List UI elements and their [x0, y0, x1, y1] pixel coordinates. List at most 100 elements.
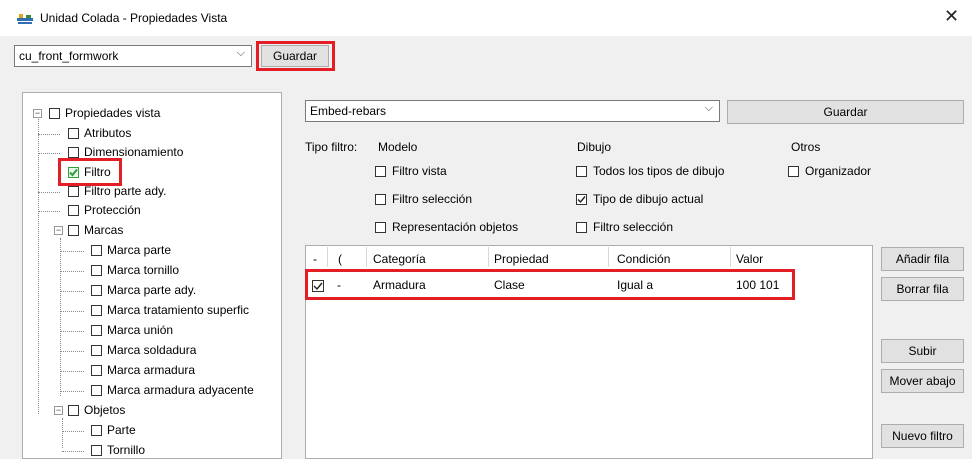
- filter-type-label: Tipo filtro:: [305, 140, 358, 154]
- view-settings-value: cu_front_formwork: [19, 49, 119, 63]
- representacion-label[interactable]: Representación objetos: [392, 220, 518, 234]
- tree-line: [60, 251, 84, 252]
- checkbox[interactable]: [91, 345, 102, 356]
- dibujo-seleccion-label[interactable]: Filtro selección: [593, 220, 673, 234]
- filter-name-value: Embed-rebars: [310, 104, 387, 118]
- checkbox[interactable]: [91, 425, 102, 436]
- tree-line: [60, 291, 84, 292]
- column-separator: [730, 247, 731, 267]
- tree-line: [60, 371, 84, 372]
- move-down-button[interactable]: Mover abajo: [881, 369, 964, 393]
- column-header-op[interactable]: -: [313, 252, 317, 266]
- checkbox[interactable]: [68, 128, 79, 139]
- filter-save-button[interactable]: Guardar: [727, 100, 964, 124]
- filtro-vista-label[interactable]: Filtro vista: [392, 164, 447, 178]
- tree-item-label[interactable]: Tornillo: [107, 443, 145, 457]
- checkbox-filtro-vista[interactable]: [375, 166, 386, 177]
- checkbox[interactable]: [68, 205, 79, 216]
- check-icon: [577, 196, 586, 204]
- title-bar: Unidad Colada - Propiedades Vista ✕: [0, 0, 972, 36]
- new-filter-button[interactable]: Nuevo filtro: [881, 424, 964, 448]
- collapse-icon[interactable]: −: [54, 226, 63, 235]
- checkbox-representacion[interactable]: [375, 222, 386, 233]
- close-icon[interactable]: ✕: [944, 6, 959, 26]
- collapse-icon[interactable]: −: [54, 406, 63, 415]
- tree-line: [38, 211, 60, 212]
- chevron-down-icon[interactable]: ⌵: [237, 47, 245, 60]
- checkbox[interactable]: [68, 147, 79, 158]
- tree-item-label[interactable]: Objetos: [84, 403, 125, 417]
- tree-item-label[interactable]: Marca parte ady.: [107, 283, 196, 297]
- tree-item-label[interactable]: Marcas: [84, 223, 123, 237]
- add-row-button[interactable]: Añadir fila: [881, 247, 964, 271]
- tree-root-label[interactable]: Propiedades vista: [65, 106, 160, 120]
- filtro-seleccion-label[interactable]: Filtro selección: [392, 192, 472, 206]
- filter-combobox[interactable]: Embed-rebars ⌵: [305, 100, 720, 122]
- tree-line: [60, 238, 61, 396]
- tipo-actual-label[interactable]: Tipo de dibujo actual: [593, 192, 703, 206]
- checkbox[interactable]: [91, 305, 102, 316]
- checkbox[interactable]: [91, 325, 102, 336]
- checkbox-dibujo-seleccion[interactable]: [576, 222, 587, 233]
- tree-item-label[interactable]: Marca tratamiento superfic: [107, 303, 249, 317]
- checkbox[interactable]: [91, 445, 102, 456]
- move-up-button[interactable]: Subir: [881, 339, 964, 363]
- column-separator: [488, 247, 489, 267]
- checkbox[interactable]: [91, 265, 102, 276]
- tree-item-label[interactable]: Marca unión: [107, 323, 173, 337]
- column-header-condicion[interactable]: Condición: [617, 252, 670, 266]
- highlight-box: [58, 158, 122, 186]
- tree-line: [62, 431, 84, 432]
- tree-line: [60, 331, 84, 332]
- column-header-categoria[interactable]: Categoría: [373, 252, 426, 266]
- checkbox-organizador[interactable]: [788, 166, 799, 177]
- checkbox[interactable]: [49, 108, 60, 119]
- tree-line: [60, 391, 84, 392]
- checkbox-filtro-seleccion[interactable]: [375, 194, 386, 205]
- window-title: Unidad Colada - Propiedades Vista: [40, 11, 228, 25]
- column-separator: [608, 247, 609, 267]
- checkbox-todos-tipos[interactable]: [576, 166, 587, 177]
- tree-item-label[interactable]: Marca armadura: [107, 363, 195, 377]
- tree-item-label[interactable]: Dimensionamiento: [84, 145, 183, 159]
- tree-item-label[interactable]: Marca soldadura: [107, 343, 196, 357]
- collapse-icon[interactable]: −: [33, 109, 42, 118]
- tree-line: [60, 351, 84, 352]
- checkbox[interactable]: [68, 225, 79, 236]
- column-separator: [327, 247, 328, 267]
- view-settings-combobox[interactable]: cu_front_formwork ⌵: [14, 45, 252, 67]
- checkbox[interactable]: [91, 285, 102, 296]
- todos-tipos-label[interactable]: Todos los tipos de dibujo: [593, 164, 724, 178]
- highlight-box: [305, 269, 795, 300]
- tree-line: [62, 418, 63, 448]
- tree-item-label[interactable]: Parte: [107, 423, 136, 437]
- group-dibujo-label: Dibujo: [577, 140, 612, 154]
- checkbox[interactable]: [68, 186, 79, 197]
- tree-item-label[interactable]: Marca parte: [107, 243, 171, 257]
- group-modelo-label: Modelo: [378, 140, 418, 154]
- column-header-paren[interactable]: (: [338, 252, 342, 266]
- tree-line: [38, 192, 60, 193]
- tree-item-label[interactable]: Marca armadura adyacente: [107, 383, 254, 397]
- checkbox[interactable]: [91, 385, 102, 396]
- group-otros-label: Otros: [791, 140, 821, 154]
- tree-line: [38, 134, 60, 135]
- checkbox-tipo-actual[interactable]: [576, 194, 587, 205]
- delete-row-button[interactable]: Borrar fila: [881, 277, 964, 301]
- tree-line: [62, 451, 84, 452]
- highlight-box: [256, 41, 335, 71]
- tree-item-label[interactable]: Filtro parte ady.: [84, 184, 166, 198]
- column-header-propiedad[interactable]: Propiedad: [494, 252, 549, 266]
- checkbox[interactable]: [91, 365, 102, 376]
- tree-line: [60, 271, 84, 272]
- tree-item-label[interactable]: Atributos: [84, 126, 131, 140]
- organizador-label[interactable]: Organizador: [805, 164, 871, 178]
- app-icon: [17, 14, 33, 24]
- tree-item-label[interactable]: Marca tornillo: [107, 263, 179, 277]
- checkbox[interactable]: [91, 245, 102, 256]
- column-header-valor[interactable]: Valor: [736, 252, 763, 266]
- tree-item-label[interactable]: Protección: [84, 203, 141, 217]
- chevron-down-icon[interactable]: ⌵: [705, 102, 713, 115]
- tree-line: [60, 311, 84, 312]
- checkbox[interactable]: [68, 405, 79, 416]
